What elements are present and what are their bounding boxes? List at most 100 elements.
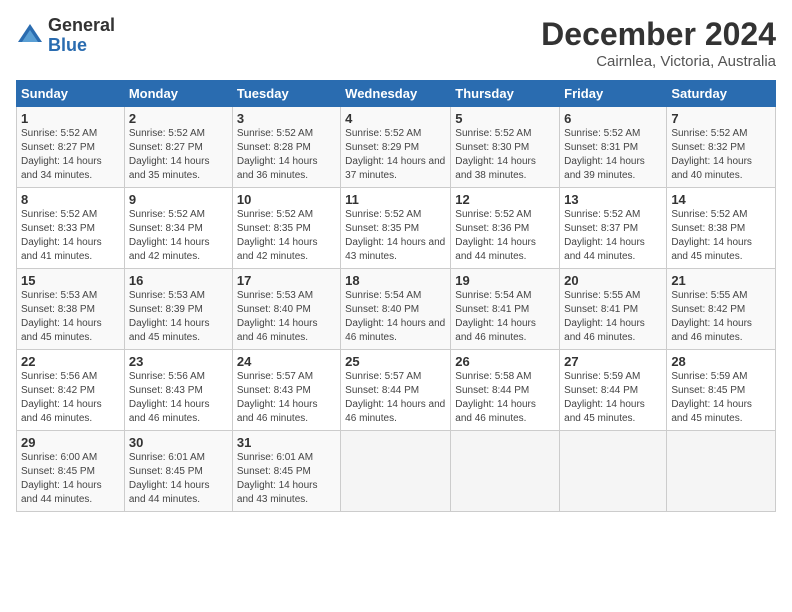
weekday-header-sunday: Sunday <box>17 81 125 107</box>
day-number: 25 <box>345 354 446 369</box>
calendar-cell: 10 Sunrise: 5:52 AM Sunset: 8:35 PM Dayl… <box>232 188 340 269</box>
calendar-cell: 2 Sunrise: 5:52 AM Sunset: 8:27 PM Dayli… <box>124 107 232 188</box>
day-info: Sunrise: 5:57 AM Sunset: 8:44 PM Dayligh… <box>345 370 446 426</box>
day-number: 14 <box>671 192 771 207</box>
weekday-header-thursday: Thursday <box>451 81 560 107</box>
day-info: Sunrise: 5:52 AM Sunset: 8:34 PM Dayligh… <box>129 208 228 264</box>
logo-text: General Blue <box>48 16 115 56</box>
page-header: General Blue December 2024 Cairnlea, Vic… <box>16 16 776 70</box>
calendar-cell: 1 Sunrise: 5:52 AM Sunset: 8:27 PM Dayli… <box>17 107 125 188</box>
calendar-cell: 5 Sunrise: 5:52 AM Sunset: 8:30 PM Dayli… <box>451 107 560 188</box>
day-number: 10 <box>237 192 336 207</box>
day-number: 31 <box>237 435 336 450</box>
day-info: Sunrise: 5:52 AM Sunset: 8:32 PM Dayligh… <box>671 127 771 183</box>
calendar-week-4: 22 Sunrise: 5:56 AM Sunset: 8:42 PM Dayl… <box>17 350 776 431</box>
day-info: Sunrise: 5:53 AM Sunset: 8:38 PM Dayligh… <box>21 289 120 345</box>
weekday-row: SundayMondayTuesdayWednesdayThursdayFrid… <box>17 81 776 107</box>
calendar-cell: 14 Sunrise: 5:52 AM Sunset: 8:38 PM Dayl… <box>667 188 776 269</box>
day-info: Sunrise: 5:56 AM Sunset: 8:43 PM Dayligh… <box>129 370 228 426</box>
weekday-header-saturday: Saturday <box>667 81 776 107</box>
day-info: Sunrise: 5:52 AM Sunset: 8:38 PM Dayligh… <box>671 208 771 264</box>
calendar-cell: 24 Sunrise: 5:57 AM Sunset: 8:43 PM Dayl… <box>232 350 340 431</box>
day-number: 5 <box>455 111 555 126</box>
calendar-cell: 9 Sunrise: 5:52 AM Sunset: 8:34 PM Dayli… <box>124 188 232 269</box>
day-number: 18 <box>345 273 446 288</box>
calendar-cell: 4 Sunrise: 5:52 AM Sunset: 8:29 PM Dayli… <box>341 107 451 188</box>
day-number: 11 <box>345 192 446 207</box>
day-number: 27 <box>564 354 662 369</box>
calendar-cell: 3 Sunrise: 5:52 AM Sunset: 8:28 PM Dayli… <box>232 107 340 188</box>
day-info: Sunrise: 5:52 AM Sunset: 8:30 PM Dayligh… <box>455 127 555 183</box>
day-info: Sunrise: 5:55 AM Sunset: 8:41 PM Dayligh… <box>564 289 662 345</box>
calendar-cell <box>451 431 560 512</box>
calendar-cell: 17 Sunrise: 5:53 AM Sunset: 8:40 PM Dayl… <box>232 269 340 350</box>
day-number: 1 <box>21 111 120 126</box>
day-number: 4 <box>345 111 446 126</box>
day-number: 8 <box>21 192 120 207</box>
day-info: Sunrise: 5:58 AM Sunset: 8:44 PM Dayligh… <box>455 370 555 426</box>
calendar-cell: 31 Sunrise: 6:01 AM Sunset: 8:45 PM Dayl… <box>232 431 340 512</box>
day-info: Sunrise: 5:53 AM Sunset: 8:39 PM Dayligh… <box>129 289 228 345</box>
weekday-header-wednesday: Wednesday <box>341 81 451 107</box>
day-number: 13 <box>564 192 662 207</box>
day-info: Sunrise: 5:52 AM Sunset: 8:27 PM Dayligh… <box>129 127 228 183</box>
title-block: December 2024 Cairnlea, Victoria, Austra… <box>541 16 776 70</box>
day-number: 9 <box>129 192 228 207</box>
day-info: Sunrise: 5:52 AM Sunset: 8:33 PM Dayligh… <box>21 208 120 264</box>
day-number: 6 <box>564 111 662 126</box>
day-number: 29 <box>21 435 120 450</box>
day-number: 15 <box>21 273 120 288</box>
day-info: Sunrise: 5:52 AM Sunset: 8:36 PM Dayligh… <box>455 208 555 264</box>
day-number: 22 <box>21 354 120 369</box>
day-info: Sunrise: 5:52 AM Sunset: 8:27 PM Dayligh… <box>21 127 120 183</box>
calendar-cell: 27 Sunrise: 5:59 AM Sunset: 8:44 PM Dayl… <box>560 350 667 431</box>
day-info: Sunrise: 5:54 AM Sunset: 8:41 PM Dayligh… <box>455 289 555 345</box>
calendar-cell: 26 Sunrise: 5:58 AM Sunset: 8:44 PM Dayl… <box>451 350 560 431</box>
day-info: Sunrise: 5:54 AM Sunset: 8:40 PM Dayligh… <box>345 289 446 345</box>
calendar-cell: 13 Sunrise: 5:52 AM Sunset: 8:37 PM Dayl… <box>560 188 667 269</box>
calendar-cell: 21 Sunrise: 5:55 AM Sunset: 8:42 PM Dayl… <box>667 269 776 350</box>
calendar-body: 1 Sunrise: 5:52 AM Sunset: 8:27 PM Dayli… <box>17 107 776 512</box>
calendar-cell: 11 Sunrise: 5:52 AM Sunset: 8:35 PM Dayl… <box>341 188 451 269</box>
day-info: Sunrise: 5:56 AM Sunset: 8:42 PM Dayligh… <box>21 370 120 426</box>
day-info: Sunrise: 6:00 AM Sunset: 8:45 PM Dayligh… <box>21 451 120 507</box>
logo-icon <box>16 22 44 50</box>
day-number: 21 <box>671 273 771 288</box>
day-info: Sunrise: 5:55 AM Sunset: 8:42 PM Dayligh… <box>671 289 771 345</box>
day-number: 28 <box>671 354 771 369</box>
calendar-cell: 12 Sunrise: 5:52 AM Sunset: 8:36 PM Dayl… <box>451 188 560 269</box>
calendar-header: SundayMondayTuesdayWednesdayThursdayFrid… <box>17 81 776 107</box>
month-title: December 2024 <box>541 16 776 53</box>
day-number: 7 <box>671 111 771 126</box>
location-subtitle: Cairnlea, Victoria, Australia <box>541 53 776 70</box>
calendar-cell: 18 Sunrise: 5:54 AM Sunset: 8:40 PM Dayl… <box>341 269 451 350</box>
day-info: Sunrise: 6:01 AM Sunset: 8:45 PM Dayligh… <box>129 451 228 507</box>
calendar-week-1: 1 Sunrise: 5:52 AM Sunset: 8:27 PM Dayli… <box>17 107 776 188</box>
day-info: Sunrise: 5:52 AM Sunset: 8:35 PM Dayligh… <box>345 208 446 264</box>
calendar-cell: 15 Sunrise: 5:53 AM Sunset: 8:38 PM Dayl… <box>17 269 125 350</box>
page-container: General Blue December 2024 Cairnlea, Vic… <box>0 0 792 520</box>
calendar-cell: 28 Sunrise: 5:59 AM Sunset: 8:45 PM Dayl… <box>667 350 776 431</box>
weekday-header-monday: Monday <box>124 81 232 107</box>
day-info: Sunrise: 6:01 AM Sunset: 8:45 PM Dayligh… <box>237 451 336 507</box>
calendar-cell: 8 Sunrise: 5:52 AM Sunset: 8:33 PM Dayli… <box>17 188 125 269</box>
day-number: 26 <box>455 354 555 369</box>
day-number: 19 <box>455 273 555 288</box>
day-number: 20 <box>564 273 662 288</box>
calendar-cell: 23 Sunrise: 5:56 AM Sunset: 8:43 PM Dayl… <box>124 350 232 431</box>
calendar-cell: 25 Sunrise: 5:57 AM Sunset: 8:44 PM Dayl… <box>341 350 451 431</box>
calendar-cell: 6 Sunrise: 5:52 AM Sunset: 8:31 PM Dayli… <box>560 107 667 188</box>
day-number: 24 <box>237 354 336 369</box>
day-info: Sunrise: 5:59 AM Sunset: 8:44 PM Dayligh… <box>564 370 662 426</box>
calendar-cell: 20 Sunrise: 5:55 AM Sunset: 8:41 PM Dayl… <box>560 269 667 350</box>
calendar-cell <box>560 431 667 512</box>
day-info: Sunrise: 5:53 AM Sunset: 8:40 PM Dayligh… <box>237 289 336 345</box>
day-info: Sunrise: 5:52 AM Sunset: 8:37 PM Dayligh… <box>564 208 662 264</box>
day-info: Sunrise: 5:52 AM Sunset: 8:29 PM Dayligh… <box>345 127 446 183</box>
day-number: 16 <box>129 273 228 288</box>
day-number: 17 <box>237 273 336 288</box>
weekday-header-friday: Friday <box>560 81 667 107</box>
day-number: 2 <box>129 111 228 126</box>
day-info: Sunrise: 5:52 AM Sunset: 8:31 PM Dayligh… <box>564 127 662 183</box>
calendar-cell: 22 Sunrise: 5:56 AM Sunset: 8:42 PM Dayl… <box>17 350 125 431</box>
